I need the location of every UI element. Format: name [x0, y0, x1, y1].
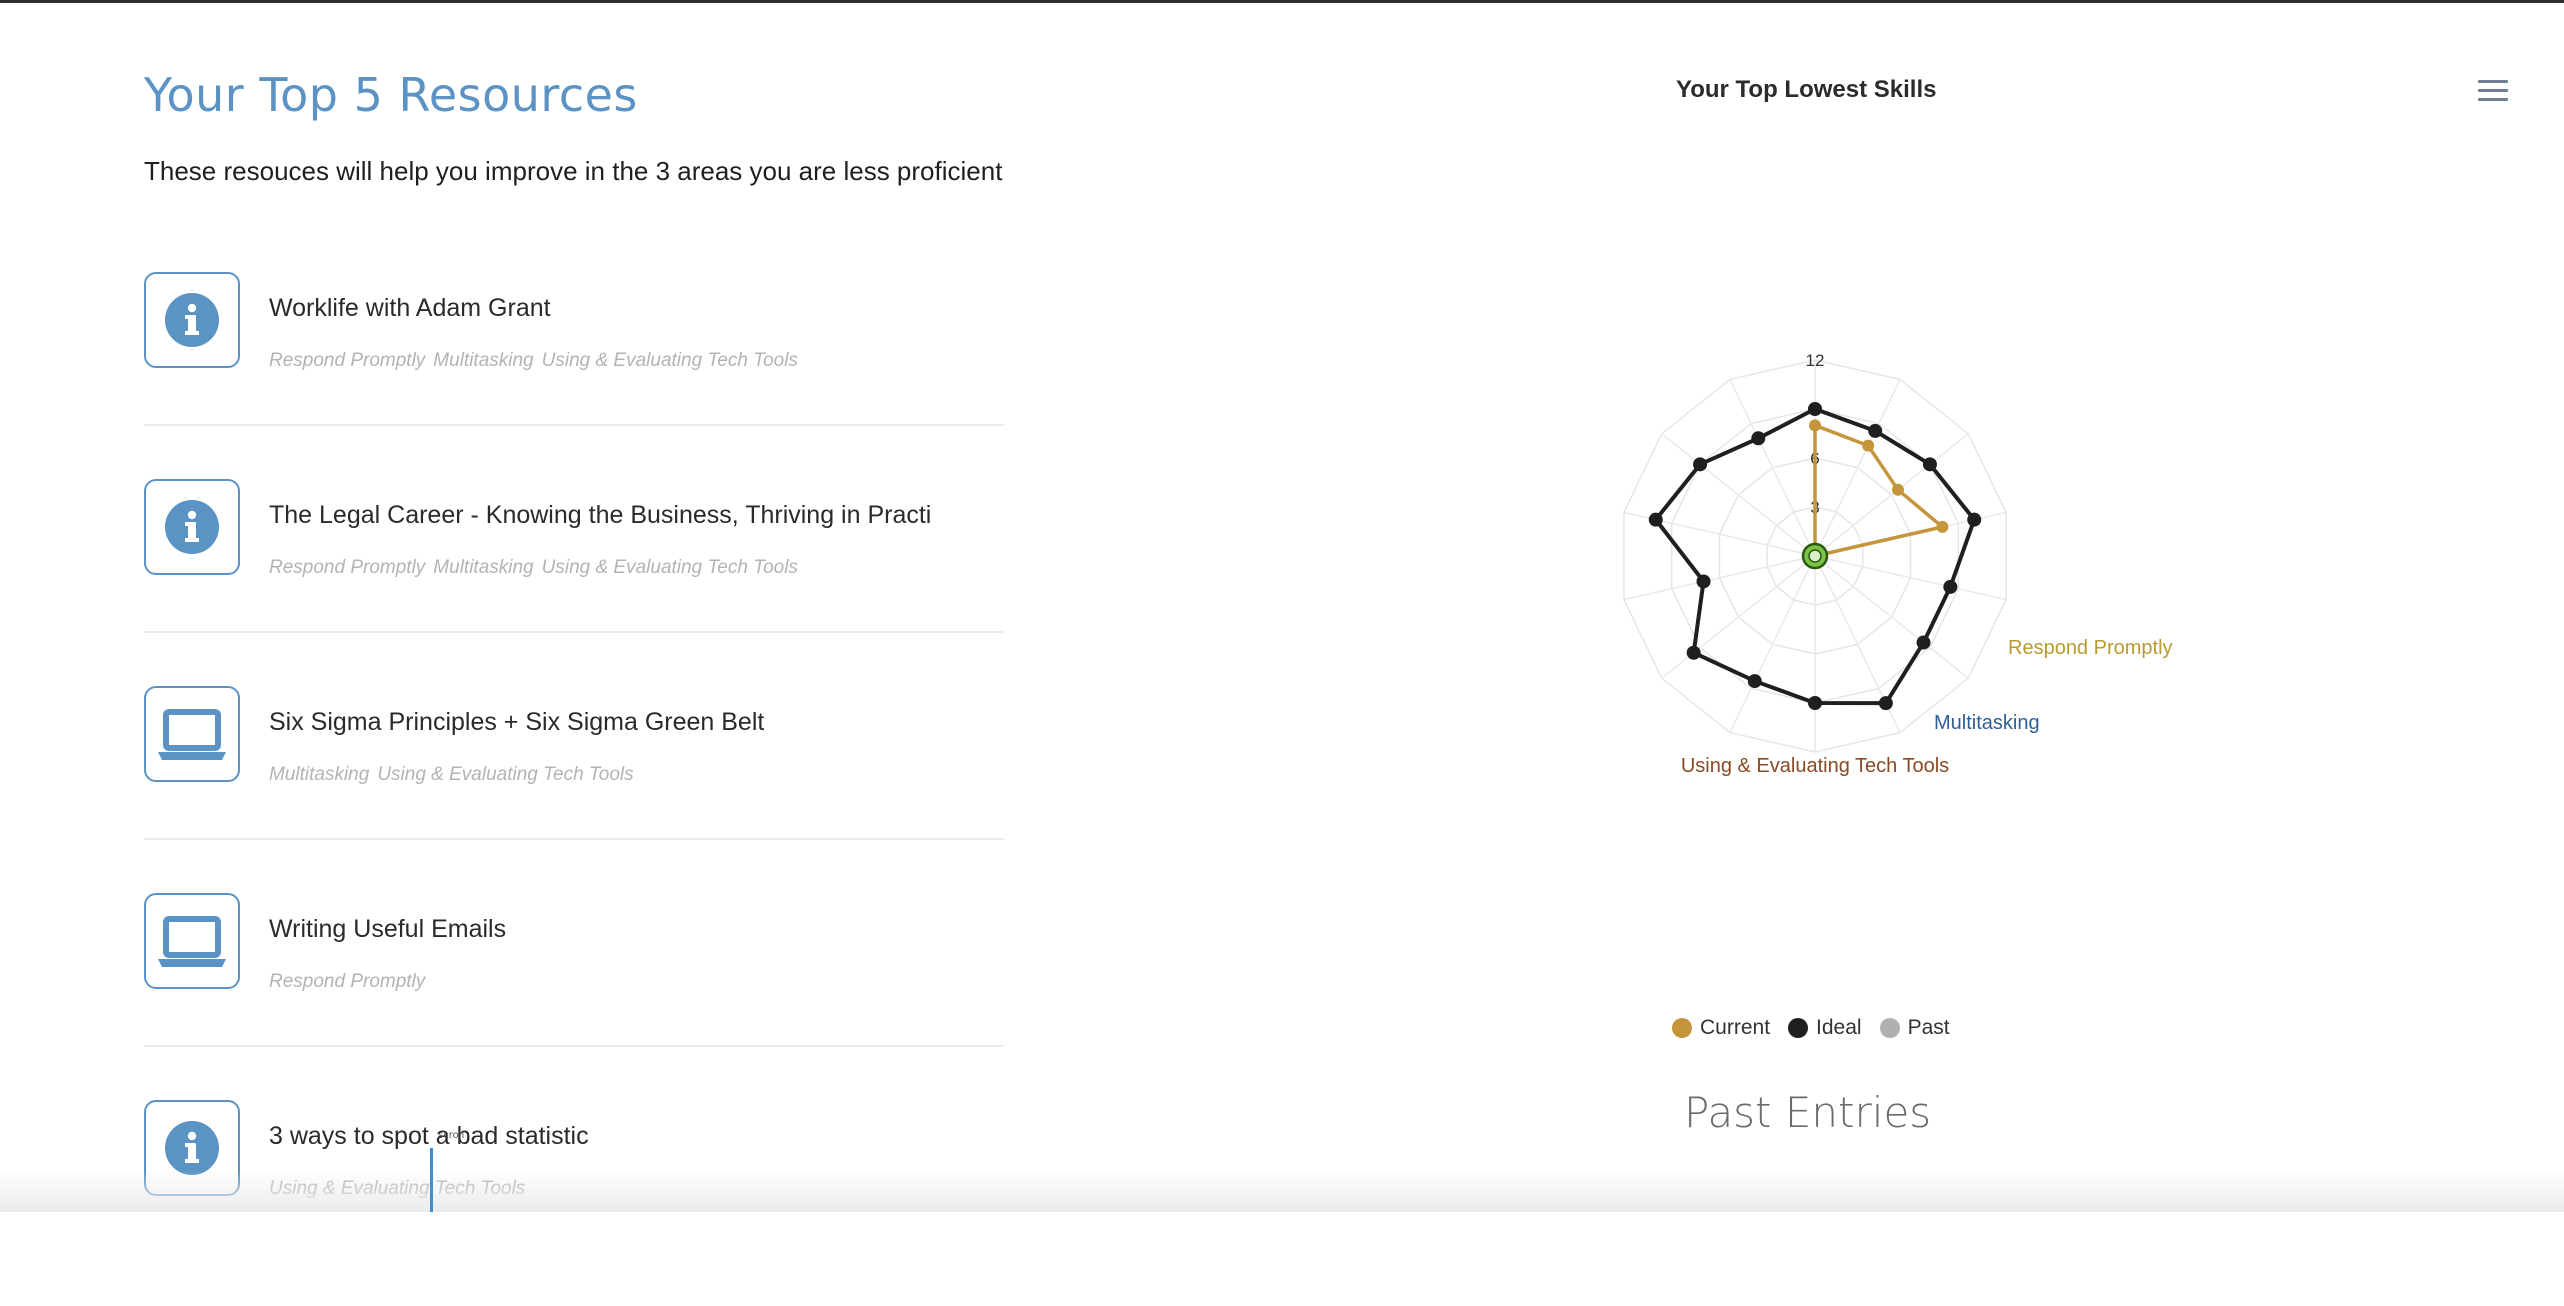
data-point-current [1809, 419, 1821, 432]
axis-label: Respond Promptly [2008, 637, 2173, 659]
legend-item-current[interactable]: Current [1672, 1016, 1770, 1040]
divider [144, 631, 1004, 633]
resource-tag: Respond Promptly [269, 971, 426, 992]
divider [144, 838, 1004, 840]
resource-title[interactable]: The Legal Career - Knowing the Business,… [269, 501, 931, 530]
data-point-ideal [1808, 696, 1822, 710]
resource-tag: Respond Promptly [269, 557, 426, 578]
resource-item[interactable]: Six Sigma Principles + Six Sigma Green B… [144, 686, 1004, 892]
top-border [0, 0, 2564, 3]
series-line-current [1813, 422, 1947, 558]
grid-spoke [1729, 379, 1816, 557]
data-point-ideal [1943, 579, 1958, 594]
resource-tags: Multitasking Using & Evaluating Tech Tool… [269, 764, 642, 786]
resource-tag: Multitasking [269, 764, 370, 785]
resource-tags: Respond Promptly [269, 971, 433, 993]
axis-label: Using & Evaluating Tech Tools [1681, 755, 1949, 777]
legend-marker [1788, 1018, 1809, 1038]
data-point-ideal [1808, 402, 1822, 416]
skills-radar-chart: 03612Respond PromptlyMultitaskingUsing &… [1623, 351, 2173, 777]
axis-label: Multitasking [1934, 712, 2040, 734]
info-icon[interactable] [144, 272, 240, 368]
divider [144, 1045, 1004, 1047]
data-point-ideal [1686, 645, 1701, 660]
divider [144, 424, 1004, 426]
scale-tick-label: 12 [1806, 351, 1825, 370]
chart-legend: Current Ideal Past [1672, 1016, 1950, 1040]
page-subtitle: These resouces will help you improve in … [144, 156, 1003, 186]
legend-item-ideal[interactable]: Ideal [1788, 1016, 1862, 1040]
info-icon[interactable] [144, 479, 240, 575]
resource-tag: Multitasking [433, 350, 534, 371]
legend-marker [1879, 1018, 1900, 1038]
data-point-ideal [1751, 431, 1766, 446]
laptop-icon[interactable] [144, 893, 240, 989]
legend-marker [1672, 1018, 1692, 1038]
data-point-ideal [1878, 696, 1893, 711]
data-point-ideal [1696, 574, 1711, 589]
data-point-ideal [1693, 457, 1708, 472]
resource-title[interactable]: Six Sigma Principles + Six Sigma Green B… [269, 708, 764, 737]
page-title: Your Top 5 Resources [144, 68, 638, 122]
data-point-current [1862, 439, 1875, 452]
resource-title[interactable]: Writing Useful Emails [269, 915, 506, 944]
data-point-current [1936, 520, 1949, 533]
resource-item[interactable]: Writing Useful Emails Respond Promptly [144, 893, 1004, 1099]
hamburger-menu-icon[interactable] [2478, 80, 2508, 104]
resource-title[interactable]: Worklife with Adam Grant [269, 294, 551, 323]
resource-tag: Respond Promptly [269, 350, 426, 371]
laptop-icon[interactable] [144, 686, 240, 782]
data-point-ideal [1747, 674, 1762, 689]
resource-tags: Respond Promptly Multitasking Using & Eval… [269, 350, 806, 372]
chart-title: Your Top Lowest Skills [1676, 76, 1937, 103]
grid-spoke [1729, 555, 1816, 733]
data-point-ideal [1648, 512, 1663, 527]
resource-title[interactable]: 3 ways to spot a bad statistic [269, 1122, 589, 1151]
data-point-ideal [1916, 635, 1931, 650]
resource-item[interactable]: The Legal Career - Knowing the Business,… [144, 479, 1004, 685]
resource-tag: Using & Evaluating Tech Tools [541, 350, 798, 371]
past-entries-heading: Past Entries [1684, 1088, 1932, 1137]
legend-label: Ideal [1816, 1016, 1862, 1039]
text-cursor [430, 1148, 433, 1212]
resource-tag: Multitasking [433, 557, 534, 578]
data-point-current [1892, 483, 1905, 496]
bottom-scroll-fade [0, 1170, 2564, 1212]
grid-spoke [1814, 379, 1901, 557]
resource-item[interactable]: Worklife with Adam Grant Respond Promptly… [144, 272, 1004, 478]
resource-tags: Respond Promptly Multitasking Using & Eval… [269, 557, 806, 579]
legend-label: Current [1700, 1016, 1771, 1039]
resource-tag: Using & Evaluating Tech Tools [377, 764, 634, 785]
cursor-label: scroll [438, 1130, 465, 1141]
page: Your Top 5 Resources These resouces will… [0, 0, 2564, 1212]
data-point-ideal [1967, 512, 1982, 527]
data-point-ideal [1922, 457, 1937, 472]
center-marker-inner [1808, 549, 1822, 563]
legend-item-past[interactable]: Past [1879, 1016, 1950, 1040]
legend-label: Past [1907, 1016, 1950, 1039]
data-point-ideal [1868, 423, 1883, 438]
resource-tag: Using & Evaluating Tech Tools [541, 557, 798, 578]
